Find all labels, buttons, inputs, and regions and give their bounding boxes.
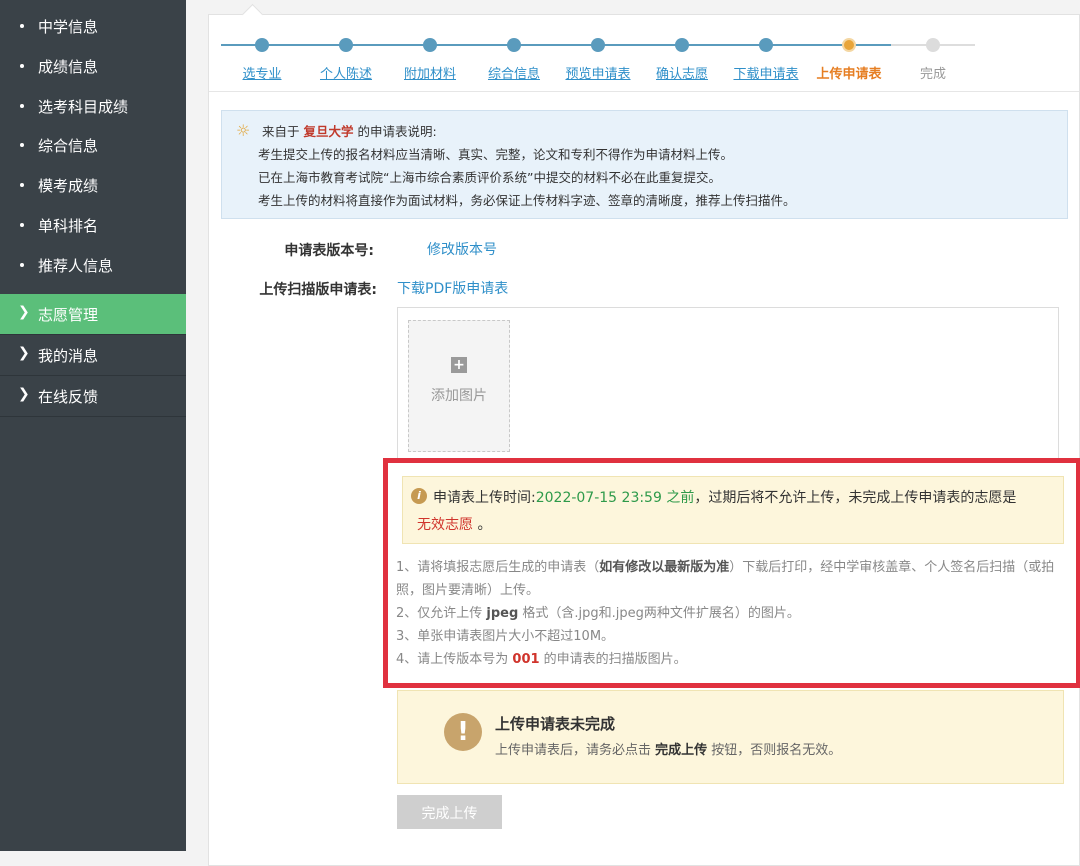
step-confirm-volunteer[interactable]: 确认志愿 bbox=[656, 63, 708, 82]
sidebar-item-label: 综合信息 bbox=[38, 137, 99, 155]
sidebar-item-label: 选考科目成绩 bbox=[38, 98, 129, 116]
deadline-date: 2022-07-15 23:59 之前 bbox=[535, 490, 695, 506]
step-select-major[interactable]: 选专业 bbox=[242, 63, 281, 82]
step-preview-form[interactable]: 预览申请表 bbox=[565, 63, 630, 82]
upload-notice-highlight: i 申请表上传时间:2022-07-15 23:59 之前，过期后将不允许上传，… bbox=[383, 458, 1080, 688]
edit-version-link[interactable]: 修改版本号 bbox=[427, 239, 497, 259]
step-complete: 完成 bbox=[919, 67, 947, 82]
upload-note-2: 2、仅允许上传 jpeg 格式（含.jpg和.jpeg两种文件扩展名）的图片。 bbox=[396, 606, 800, 621]
instruction-line: 考生上传的材料将直接作为面试材料，务必保证上传材料字迹、签章的清晰度，推荐上传扫… bbox=[258, 193, 796, 208]
chevron-right-icon: ❯ bbox=[18, 386, 30, 402]
instruction-line: 考生提交上传的报名材料应当清晰、真实、完整，论文和专利不得作为申请材料上传。 bbox=[258, 147, 734, 162]
sidebar-item-middle-school[interactable]: 中学信息 bbox=[0, 6, 186, 46]
step-dot bbox=[255, 38, 269, 52]
step-track-done bbox=[221, 44, 851, 46]
step-upload-form: 上传申请表 bbox=[816, 67, 882, 82]
progress-steps: 选专业 个人陈述 附加材料 综合信息 预览申请表 确认志愿 下载申请表 上传申请… bbox=[209, 15, 1079, 92]
step-track-current bbox=[851, 44, 891, 46]
sidebar-item-volunteer-management[interactable]: ❯ 志愿管理 bbox=[0, 294, 186, 335]
bullet-icon bbox=[20, 223, 24, 227]
upload-note-1-cont: 照，图片要清晰）上传。 bbox=[396, 583, 540, 598]
bullet-icon bbox=[20, 64, 24, 68]
plus-icon: + bbox=[451, 357, 467, 373]
sidebar-item-label: 志愿管理 bbox=[38, 306, 99, 324]
sidebar-item-label: 成绩信息 bbox=[38, 58, 99, 76]
sidebar-item-scores[interactable]: 成绩信息 bbox=[0, 46, 186, 86]
incomplete-subtext: 上传申请表后，请务必点击 完成上传 按钮，否则报名无效。 bbox=[495, 743, 842, 758]
deadline-text-end: 无效志愿 。 bbox=[417, 517, 492, 533]
instruction-line: 已在上海市教育考试院“上海市综合素质评价系统”中提交的材料不必在此重复提交。 bbox=[258, 170, 721, 185]
university-name: 复旦大学 bbox=[303, 124, 354, 139]
step-dot bbox=[759, 38, 773, 52]
step-personal-statement[interactable]: 个人陈述 bbox=[320, 63, 372, 82]
sidebar-item-subject-rank[interactable]: 单科排名 bbox=[0, 205, 186, 245]
sidebar-item-messages[interactable]: ❯ 我的消息 bbox=[0, 335, 186, 376]
deadline-text: 申请表上传时间:2022-07-15 23:59 之前，过期后将不允许上传，未完… bbox=[433, 490, 1017, 506]
step-dot-current bbox=[842, 38, 856, 52]
deadline-warning: i 申请表上传时间:2022-07-15 23:59 之前，过期后将不允许上传，… bbox=[402, 476, 1064, 544]
download-pdf-link[interactable]: 下载PDF版申请表 bbox=[397, 278, 508, 298]
chevron-right-icon: ❯ bbox=[18, 345, 30, 361]
version-label: 申请表版本号: bbox=[284, 243, 374, 259]
step-dot bbox=[591, 38, 605, 52]
info-icon: i bbox=[411, 488, 427, 504]
bullet-icon bbox=[20, 143, 24, 147]
upload-area: + 添加图片 bbox=[397, 307, 1059, 459]
sidebar-item-label: 在线反馈 bbox=[38, 388, 99, 406]
sidebar-item-label: 中学信息 bbox=[38, 18, 99, 36]
complete-upload-button[interactable]: 完成上传 bbox=[397, 795, 502, 829]
sidebar: 中学信息 成绩信息 选考科目成绩 综合信息 模考成绩 单科排名 推荐人信息 ❯ 志… bbox=[0, 0, 186, 851]
add-image-label: 添加图片 bbox=[431, 388, 487, 404]
step-dot bbox=[423, 38, 437, 52]
upload-incomplete-notice: ! 上传申请表未完成 上传申请表后，请务必点击 完成上传 按钮，否则报名无效。 bbox=[397, 690, 1064, 784]
incomplete-title: 上传申请表未完成 bbox=[495, 715, 616, 733]
exclamation-icon: ! bbox=[444, 713, 482, 751]
step-dot bbox=[507, 38, 521, 52]
sidebar-item-comprehensive[interactable]: 综合信息 bbox=[0, 125, 186, 165]
sidebar-item-label: 我的消息 bbox=[38, 347, 99, 365]
step-dot-todo bbox=[926, 38, 940, 52]
sidebar-item-mock-scores[interactable]: 模考成绩 bbox=[0, 165, 186, 205]
chevron-right-icon: ❯ bbox=[18, 304, 30, 320]
bullet-icon bbox=[20, 104, 24, 108]
sidebar-item-label: 模考成绩 bbox=[38, 177, 99, 195]
upload-note-3: 3、单张申请表图片大小不超过10M。 bbox=[396, 629, 615, 644]
lightbulb-icon: ☼ bbox=[236, 121, 251, 140]
bullet-icon bbox=[20, 24, 24, 28]
sidebar-item-label: 单科排名 bbox=[38, 217, 99, 235]
sidebar-item-feedback[interactable]: ❯ 在线反馈 bbox=[0, 376, 186, 417]
main-panel: 选专业 个人陈述 附加材料 综合信息 预览申请表 确认志愿 下载申请表 上传申请… bbox=[208, 3, 1080, 866]
step-download-form[interactable]: 下载申请表 bbox=[733, 63, 798, 82]
instructions-heading: 来自于 复旦大学 的申请表说明: bbox=[262, 124, 437, 139]
bullet-icon bbox=[20, 183, 24, 187]
upload-note-4: 4、请上传版本号为 001 的申请表的扫描版图片。 bbox=[396, 652, 687, 667]
upload-label: 上传扫描版申请表: bbox=[259, 282, 377, 298]
sidebar-item-recommender[interactable]: 推荐人信息 bbox=[0, 245, 186, 285]
invalid-volunteer-text: 无效志愿 bbox=[417, 517, 473, 533]
bullet-icon bbox=[20, 263, 24, 267]
form-instructions: ☼ 来自于 复旦大学 的申请表说明: 考生提交上传的报名材料应当清晰、真实、完整… bbox=[221, 110, 1068, 219]
step-dot bbox=[339, 38, 353, 52]
step-comprehensive-info[interactable]: 综合信息 bbox=[488, 63, 540, 82]
step-dot bbox=[675, 38, 689, 52]
sidebar-item-label: 推荐人信息 bbox=[38, 257, 114, 275]
sidebar-item-elective-scores[interactable]: 选考科目成绩 bbox=[0, 86, 186, 126]
add-image-button[interactable]: + 添加图片 bbox=[408, 320, 510, 452]
upload-note-1: 1、请将填报志愿后生成的申请表（如有修改以最新版为准）下载后打印，经中学审核盖章… bbox=[396, 560, 1055, 575]
step-additional-materials[interactable]: 附加材料 bbox=[404, 63, 456, 82]
